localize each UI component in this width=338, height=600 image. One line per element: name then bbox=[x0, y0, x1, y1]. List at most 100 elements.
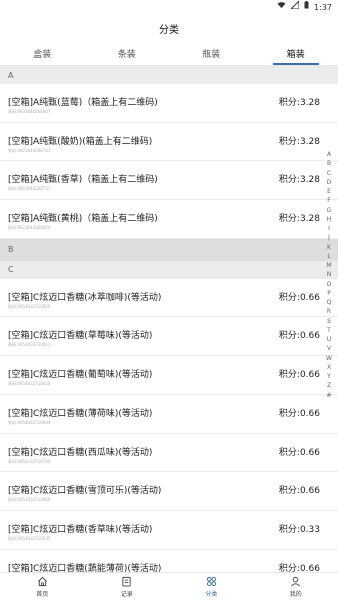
item-code: 条码:6923644268054 bbox=[8, 225, 51, 231]
home-icon bbox=[36, 576, 48, 588]
product-list[interactable]: A [空箱]A纯甄(蓝莓)（箱盖上有二维码) 条码:6923644266837 … bbox=[0, 66, 338, 572]
section-header-c: C bbox=[0, 260, 338, 279]
item-name: [空箱]A纯甄(蓝莓)（箱盖上有二维码) bbox=[8, 98, 158, 108]
item-score: 积分:3.28 bbox=[278, 214, 320, 225]
list-item[interactable]: [空箱]C炫迈口香糖(葡萄味)(等活动) 条码:6954432710028 积分… bbox=[0, 356, 338, 395]
index-letter[interactable]: Q bbox=[327, 298, 332, 307]
nav-home[interactable]: 首页 bbox=[0, 573, 85, 600]
item-code: 条码:6923644266837 bbox=[8, 109, 51, 114]
item-code: 条码:6923644268701 bbox=[8, 147, 51, 153]
index-letter[interactable]: X bbox=[327, 363, 331, 372]
index-letter[interactable]: N bbox=[327, 270, 332, 279]
list-item[interactable]: [空箱]A纯甄(黄桃)（箱盖上有二维码) 条码:6923644268054 积分… bbox=[0, 200, 338, 239]
item-code: 条码:6923644268757 bbox=[8, 186, 51, 192]
index-letter[interactable]: H bbox=[327, 215, 332, 224]
tab-box[interactable]: 盒装 bbox=[0, 42, 85, 65]
section-header-b: B bbox=[0, 238, 338, 261]
nav-label: 分类 bbox=[205, 590, 218, 598]
item-name: [空箱]C炫迈口香糖(葡萄味)(等活动) bbox=[8, 370, 153, 381]
index-letter[interactable]: B bbox=[327, 159, 331, 168]
index-letter[interactable]: T bbox=[327, 326, 331, 335]
list-item[interactable]: [空箱]C炫迈口香糖(香草味)(等活动) 条码:6954432710035 积分… bbox=[0, 510, 338, 550]
nav-label: 我的 bbox=[289, 590, 302, 598]
item-name: [空箱]C炫迈口香糖(西瓜味)(等活动) bbox=[8, 447, 153, 458]
record-icon bbox=[121, 576, 133, 588]
item-code: 条码:6954432712060 bbox=[8, 497, 51, 503]
index-letter[interactable]: J bbox=[328, 233, 330, 242]
index-letter[interactable]: E bbox=[327, 187, 331, 196]
signal-icon bbox=[289, 0, 300, 14]
tab-case[interactable]: 箱装 bbox=[254, 42, 338, 65]
wifi-icon bbox=[277, 0, 286, 14]
list-item[interactable]: [空箱]C炫迈口香糖(西瓜味)(等活动) 条码:6954432710790 积分… bbox=[0, 433, 338, 473]
index-letter[interactable]: G bbox=[327, 206, 332, 215]
item-code: 条码:6954432710028 bbox=[8, 381, 51, 387]
index-letter[interactable]: Z bbox=[327, 381, 331, 390]
list-item[interactable]: [空箱]C炫迈口香糖(雪顶可乐)(等活动) 条码:6954432712060 积… bbox=[0, 472, 338, 511]
index-letter[interactable]: P bbox=[327, 289, 331, 298]
tab-bottle[interactable]: 瓶装 bbox=[169, 42, 254, 65]
index-letter[interactable]: O bbox=[327, 280, 332, 289]
section-header-a: A bbox=[0, 66, 338, 84]
index-letter[interactable]: V bbox=[327, 344, 331, 353]
bottom-nav: 首页 记录 分类 我的 bbox=[0, 572, 338, 600]
item-score: 积分:3.28 bbox=[278, 136, 320, 147]
index-letter[interactable]: W bbox=[326, 354, 332, 363]
nav-record[interactable]: 记录 bbox=[85, 573, 170, 600]
item-name: [空箱]A纯甄(酸奶)(箱盖上有二维码) bbox=[8, 136, 153, 147]
item-score: 积分:0.33 bbox=[278, 524, 320, 535]
index-letter[interactable]: F bbox=[327, 196, 330, 205]
status-bar: 1:37 bbox=[0, 0, 338, 14]
item-code: 条码:6954432710659 bbox=[8, 303, 51, 309]
index-letter[interactable]: # bbox=[326, 391, 331, 400]
index-letter[interactable]: M bbox=[326, 261, 331, 270]
list-item[interactable]: [空箱]C炫迈口香糖(草莓味)(等活动) 条码:6954432710011 积分… bbox=[0, 317, 338, 357]
item-name: [空箱]A纯甄(香草)（箱盖上有二维码) bbox=[8, 175, 158, 186]
item-score: 积分:0.66 bbox=[278, 408, 320, 419]
category-icon bbox=[205, 576, 217, 588]
list-item[interactable]: [空箱]A纯甄(香草)（箱盖上有二维码) 条码:6923644268757 积分… bbox=[0, 161, 338, 201]
status-time: 1:37 bbox=[314, 2, 332, 12]
item-name: [空箱]C炫迈口香糖(雪顶可乐)(等活动) bbox=[8, 486, 162, 497]
profile-icon bbox=[290, 576, 302, 588]
list-item[interactable]: [空箱]C炫迈口香糖(蔬能薄荷)(等活动) 积分:0.66 bbox=[0, 549, 338, 572]
item-name: [空箱]C炫迈口香糖(冰萃咖啡)(等活动) bbox=[8, 292, 162, 303]
item-score: 积分:3.28 bbox=[278, 98, 320, 108]
item-score: 积分:0.66 bbox=[278, 447, 320, 458]
page-title: 分类 bbox=[0, 14, 338, 42]
index-letter[interactable]: A bbox=[327, 150, 331, 159]
nav-category[interactable]: 分类 bbox=[169, 573, 254, 600]
item-name: [空箱]C炫迈口香糖(香草味)(等活动) bbox=[8, 524, 153, 535]
index-letter[interactable]: K bbox=[327, 243, 331, 252]
item-name: [空箱]C炫迈口香糖(草莓味)(等活动) bbox=[8, 331, 153, 342]
index-letter[interactable]: U bbox=[327, 335, 331, 344]
item-name: [空箱]C炫迈口香糖(薄荷味)(等活动) bbox=[8, 408, 153, 419]
list-item[interactable]: [空箱]A纯甄(酸奶)(箱盖上有二维码) 条码:6923644268701 积分… bbox=[0, 122, 338, 162]
item-score: 积分:0.66 bbox=[278, 331, 320, 342]
nav-profile[interactable]: 我的 bbox=[254, 573, 338, 600]
item-score: 积分:0.66 bbox=[278, 292, 320, 303]
index-letter[interactable]: S bbox=[327, 317, 331, 326]
item-code: 条码:6954432710004 bbox=[8, 419, 51, 425]
item-score: 积分:0.66 bbox=[278, 486, 320, 497]
item-score: 积分:0.66 bbox=[278, 563, 320, 572]
tab-carton[interactable]: 条装 bbox=[85, 42, 170, 65]
item-name: [空箱]C炫迈口香糖(蔬能薄荷)(等活动) bbox=[8, 563, 162, 572]
alphabet-index[interactable]: A B C D E F G H I J K L M N O P Q R S T … bbox=[324, 150, 334, 400]
index-letter[interactable]: C bbox=[327, 169, 331, 178]
index-letter[interactable]: R bbox=[327, 307, 331, 316]
item-code: 条码:6954432710011 bbox=[8, 342, 51, 348]
index-letter[interactable]: L bbox=[327, 252, 330, 261]
index-letter[interactable]: Y bbox=[327, 372, 331, 381]
index-letter[interactable]: I bbox=[328, 224, 330, 233]
item-name: [空箱]A纯甄(黄桃)（箱盖上有二维码) bbox=[8, 214, 158, 225]
item-code: 条码:6954432710035 bbox=[8, 535, 51, 541]
nav-label: 首页 bbox=[36, 590, 49, 598]
item-code: 条码:6954432710790 bbox=[8, 458, 51, 464]
list-item[interactable]: [空箱]C炫迈口香糖(冰萃咖啡)(等活动) 条码:6954432710659 积… bbox=[0, 278, 338, 318]
battery-icon bbox=[304, 0, 309, 14]
list-item[interactable]: [空箱]C炫迈口香糖(薄荷味)(等活动) 条码:6954432710004 积分… bbox=[0, 394, 338, 434]
index-letter[interactable]: D bbox=[327, 178, 332, 187]
list-item[interactable]: [空箱]A纯甄(蓝莓)（箱盖上有二维码) 条码:6923644266837 积分… bbox=[0, 84, 338, 123]
tab-bar: 盒装 条装 瓶装 箱装 bbox=[0, 42, 338, 66]
